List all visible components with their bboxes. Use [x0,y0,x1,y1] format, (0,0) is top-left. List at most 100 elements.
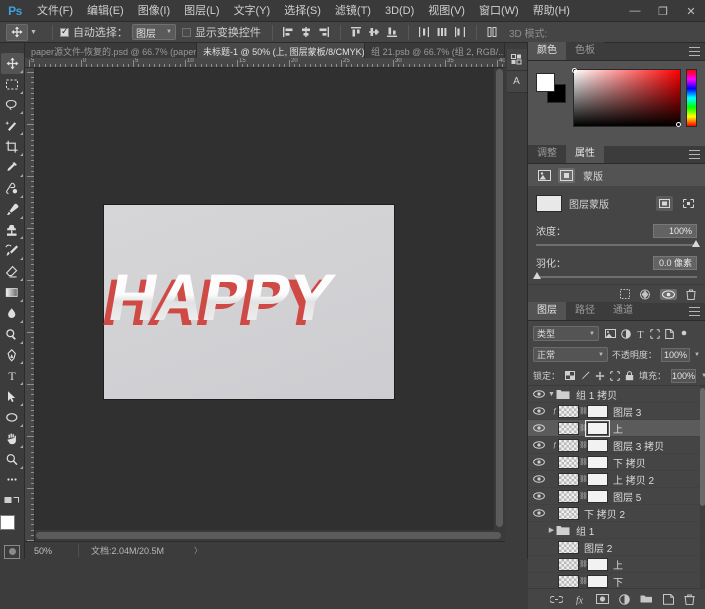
new-layer-icon[interactable] [663,593,674,605]
menu-edit[interactable]: 编辑(E) [80,0,131,22]
color-panel-menu-icon[interactable] [689,47,700,56]
layer-thumbnail[interactable] [558,421,579,435]
tab-adjustments[interactable]: 调整 [528,145,566,163]
distribute-left-edges-icon[interactable] [416,24,433,41]
delete-layer-icon[interactable] [684,594,695,605]
layer-row[interactable]: ▶ 组 1 [528,522,705,539]
mask-link-icon[interactable]: ⛓ [579,492,588,500]
show-transform-checkbox[interactable] [181,27,191,37]
layer-row[interactable]: ⛓ 上 拷贝 2 [528,471,705,488]
tab-swatches[interactable]: 色板 [566,42,604,60]
canvas-horizontal-scroll-thumb[interactable] [36,532,501,539]
layer-thumbnail[interactable] [558,438,579,452]
lock-artboard-nesting-icon[interactable] [610,370,620,381]
clone-stamp-tool[interactable] [1,220,24,241]
layer-row[interactable]: ⛓ 图层 5 [528,488,705,505]
eyedropper-tool[interactable] [1,157,24,178]
layer-visibility-eye-icon[interactable] [530,424,547,432]
layer-visibility-eye-icon[interactable] [530,458,547,466]
menu-help[interactable]: 帮助(H) [526,0,577,22]
menu-select[interactable]: 选择(S) [277,0,328,22]
distribute-horizontal-centers-icon[interactable] [434,24,451,41]
color-panel-swatches[interactable] [536,73,566,103]
align-vertical-centers-icon[interactable] [366,24,383,41]
lock-transparent-pixels-icon[interactable] [565,371,576,380]
pixel-mask-type-icon[interactable] [536,168,553,183]
adjustment-layer-icon[interactable] [619,593,630,605]
vertical-ruler[interactable] [25,68,35,541]
mask-thumbnail[interactable] [536,194,562,212]
canvas-horizontal-scrollbar[interactable] [35,530,505,541]
spot-healing-brush-tool[interactable] [1,178,24,199]
layer-thumbnail[interactable] [558,472,579,486]
canvas-area[interactable]: HAPPY HAPPY [35,68,505,541]
eraser-tool[interactable] [1,261,24,282]
layer-mask-thumbnail[interactable] [585,419,610,437]
delete-mask-icon[interactable] [686,289,696,300]
tool-preset-caret-icon[interactable]: ▼ [30,29,37,36]
minimize-icon[interactable]: — [621,0,649,22]
auto-select-checkbox[interactable] [59,26,69,37]
type-tool[interactable]: T [1,365,24,386]
tab-layers[interactable]: 图层 [528,302,566,320]
lock-all-icon[interactable] [625,370,634,381]
layer-mask-thumbnail[interactable] [587,455,608,469]
tab-properties[interactable]: 属性 [566,145,604,163]
color-panel-foreground-swatch[interactable] [536,73,555,92]
zoom-tool[interactable] [1,449,24,470]
horizontal-ruler[interactable]: 50510152025303540 [25,58,505,68]
mask-link-icon[interactable]: ⛓ [579,577,588,585]
align-bottom-edges-icon[interactable] [384,24,401,41]
layer-visibility-eye-icon[interactable] [530,475,547,483]
layers-panel-menu-icon[interactable] [689,307,700,316]
pen-tool[interactable] [1,345,24,366]
fill-value[interactable]: 100% [671,368,697,383]
auto-select-dropdown[interactable]: 图层 ▼ [131,24,176,40]
layer-thumbnail[interactable] [558,455,579,469]
density-slider-track[interactable] [536,240,700,247]
ellipse-shape-tool[interactable] [1,407,24,428]
tab-color[interactable]: 颜色 [528,42,566,60]
layer-visibility-eye-icon[interactable] [530,577,547,585]
properties-panel-menu-icon[interactable] [689,150,700,159]
layer-mask-thumbnail[interactable] [587,574,608,588]
layer-mask-thumbnail[interactable] [587,438,608,452]
layer-visibility-eye-icon[interactable] [530,560,547,568]
feather-slider-knob[interactable] [533,272,541,279]
layer-row[interactable]: 下 拷贝 2 [528,505,705,522]
artboard[interactable]: HAPPY HAPPY [98,205,394,399]
menu-view[interactable]: 视图(V) [421,0,472,22]
filter-pixel-layers-icon[interactable] [605,329,616,338]
layer-visibility-eye-icon[interactable] [530,526,547,534]
distribute-right-edges-icon[interactable] [452,24,469,41]
mask-edge-icon[interactable] [620,289,630,299]
layer-list-scroll-thumb[interactable] [700,388,705,506]
filter-smart-objects-icon[interactable] [665,328,674,339]
blur-tool[interactable] [1,303,24,324]
filter-type-layers-icon[interactable]: T [636,329,645,339]
mask-link-icon[interactable]: ⛓ [579,407,588,415]
layer-row[interactable]: ⛓ 上 [528,419,705,437]
layer-mask-thumbnail[interactable] [587,557,608,571]
feather-slider-track[interactable] [533,272,697,279]
layer-thumbnail[interactable] [558,506,579,520]
layer-style-fx-icon[interactable]: fx [573,594,586,605]
edit-toolbar-icon[interactable] [1,470,24,491]
color-field[interactable] [572,68,681,127]
align-horizontal-centers-icon[interactable] [298,24,315,41]
add-layer-mask-icon[interactable] [596,594,609,604]
link-layers-icon[interactable] [550,595,563,604]
layer-visibility-eye-icon[interactable] [530,509,547,517]
layer-thumbnail[interactable] [558,404,579,418]
mask-link-icon[interactable]: ⛓ [579,441,588,449]
new-group-icon[interactable] [640,594,653,604]
filter-adjustment-layers-icon[interactable] [621,328,631,339]
layer-row[interactable]: ⛓ 下 拷贝 [528,454,705,471]
quick-selection-tool[interactable] [1,115,24,136]
lasso-tool[interactable] [1,95,24,116]
path-selection-tool[interactable] [1,386,24,407]
canvas-vertical-scrollbar[interactable] [494,68,505,530]
color-field-marker[interactable] [572,68,577,73]
layer-filter-type-dropdown[interactable]: 类型 ▼ [533,326,599,341]
layer-row[interactable]: ▼ 组 1 拷贝 [528,386,705,403]
